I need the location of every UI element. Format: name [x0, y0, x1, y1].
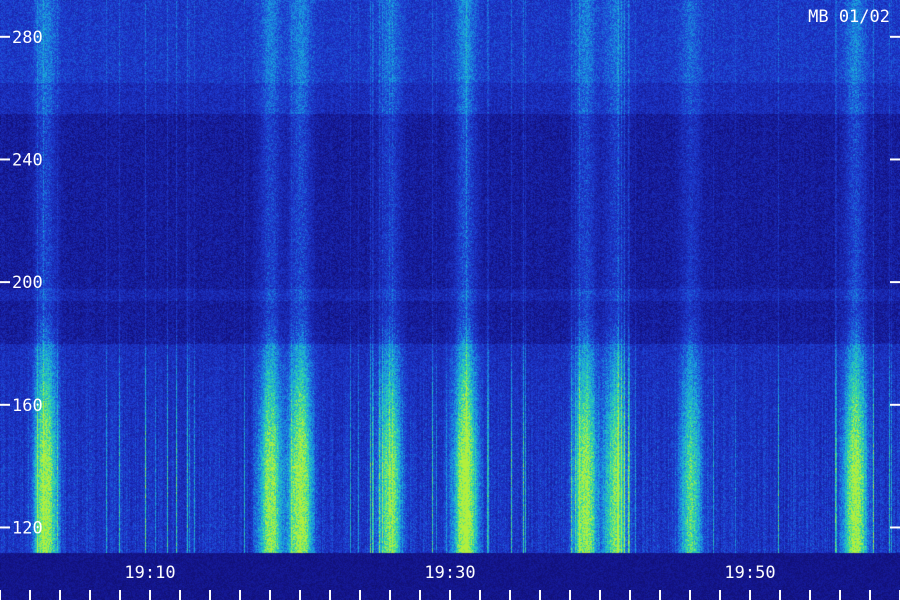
y-tick-label: 200: [12, 273, 43, 293]
x-tick-label: 19:50: [724, 563, 775, 583]
chart-title: MB 01/02: [808, 7, 890, 27]
x-axis: 19:10 19:30 19:50: [0, 563, 900, 600]
x-tick-label: 19:30: [424, 563, 475, 583]
x-tick-label: 19:10: [124, 563, 175, 583]
y-tick-label: 280: [12, 28, 43, 48]
y-axis: 120 160 200 240 280: [0, 28, 900, 538]
y-tick-label: 160: [12, 396, 43, 416]
spectrogram-chart: 120 160 200 240 280 19:10 19:30 19:50 MB 01/02: [0, 0, 900, 600]
y-tick-label: 120: [12, 518, 43, 538]
y-tick-label: 240: [12, 150, 43, 170]
chart-overlay: 120 160 200 240 280 19:10 19:30 19:50 MB 01/02: [0, 7, 900, 600]
